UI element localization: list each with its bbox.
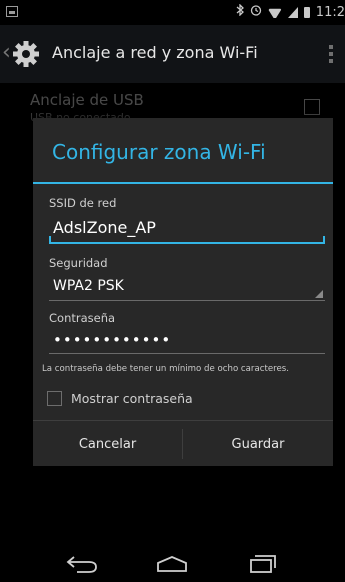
ssid-input[interactable]: AdslZone_AP (49, 216, 325, 244)
settings-gear-icon[interactable] (11, 39, 41, 69)
bluetooth-icon (236, 3, 244, 20)
checkbox (304, 99, 320, 115)
home-icon[interactable] (142, 550, 202, 578)
password-value: •••••••••••• (53, 331, 172, 349)
ssid-label: SSID de red (49, 196, 117, 210)
checkbox-icon[interactable] (47, 390, 62, 406)
dialog-title: Configurar zona Wi-Fi (52, 140, 266, 164)
security-select[interactable]: WPA2 PSK (49, 276, 325, 301)
status-bar: 11:2 (0, 0, 345, 25)
recent-apps-icon[interactable] (232, 550, 292, 578)
save-button[interactable]: Guardar (183, 421, 333, 467)
status-icons: 11:2 (236, 3, 345, 21)
status-time: 11:2 (315, 4, 345, 20)
password-label: Contraseña (49, 311, 116, 325)
dialog-title-divider (33, 182, 333, 184)
password-hint: La contraseña debe tener un mínimo de oc… (42, 364, 289, 374)
wifi-hotspot-dialog: Configurar zona Wi-Fi SSID de red AdslZo… (33, 118, 333, 466)
battery-icon (303, 6, 310, 18)
overflow-menu-icon[interactable] (329, 45, 333, 63)
security-value: WPA2 PSK (53, 278, 124, 294)
action-bar-title: Anclaje a red y zona Wi-Fi (52, 43, 258, 62)
screenshot-icon (6, 6, 18, 17)
show-password-checkbox[interactable]: Mostrar contraseña (47, 388, 193, 408)
action-bar: ‹ Anclaje a red y zona Wi-Fi (0, 25, 345, 83)
security-label: Seguridad (49, 256, 108, 270)
alarm-icon (250, 4, 262, 20)
cancel-button[interactable]: Cancelar (33, 421, 182, 467)
signal-icon (287, 6, 298, 18)
ssid-value: AdslZone_AP (53, 218, 156, 237)
show-password-label: Mostrar contraseña (71, 390, 193, 406)
navigation-bar (0, 545, 345, 582)
up-chevron-icon[interactable]: ‹ (2, 42, 11, 64)
wifi-icon (268, 6, 282, 18)
dialog-button-row: Cancelar Guardar (33, 420, 333, 467)
list-item-title: Anclaje de USB (30, 91, 144, 109)
dropdown-corner-icon (315, 290, 323, 298)
password-input[interactable]: •••••••••••• (49, 331, 325, 354)
back-icon[interactable] (52, 550, 112, 578)
